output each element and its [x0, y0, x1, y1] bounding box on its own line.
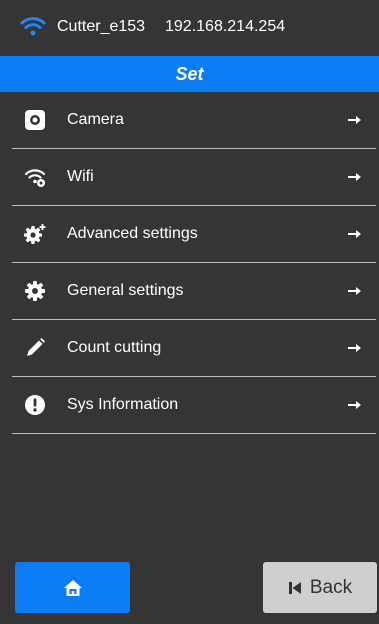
status-bar: Cutter_e153 192.168.214.254: [0, 0, 379, 56]
pencil-icon: [27, 338, 45, 356]
skip-back-icon: [288, 581, 301, 594]
menu-item-sys-information[interactable]: Sys Information: [12, 377, 376, 434]
ip-address: 192.168.214.254: [165, 18, 286, 35]
arrow-right-icon: [348, 344, 361, 352]
settings-menu: Camera Wifi Advanced settings General se…: [12, 92, 376, 434]
page-title: Set: [175, 63, 204, 84]
back-button[interactable]: Back: [263, 562, 377, 613]
menu-item-label: Advanced settings: [67, 225, 198, 242]
menu-item-label: Wifi: [67, 168, 94, 185]
wifi-signal-icon: [20, 17, 46, 36]
menu-item-label: General settings: [67, 282, 184, 299]
arrow-right-icon: [348, 116, 361, 124]
menu-item-label: Camera: [67, 111, 124, 128]
menu-item-count-cutting[interactable]: Count cutting: [12, 320, 376, 377]
arrow-right-icon: [348, 230, 361, 238]
menu-item-label: Sys Information: [67, 396, 179, 413]
menu-item-general-settings[interactable]: General settings: [12, 263, 376, 320]
wifi-settings-icon: [24, 169, 46, 187]
menu-item-label: Count cutting: [67, 339, 162, 356]
exclamation-icon: [25, 395, 45, 415]
home-button[interactable]: [15, 562, 130, 613]
settings-screen: Cutter_e153 192.168.214.254 Set Camera W…: [0, 0, 379, 624]
arrow-right-icon: [348, 173, 361, 181]
home-icon: [63, 579, 82, 596]
arrow-right-icon: [348, 401, 361, 409]
gear-icon: [25, 281, 45, 301]
camera-icon: [25, 110, 45, 130]
arrow-right-icon: [348, 287, 361, 295]
menu-item-wifi[interactable]: Wifi: [12, 149, 376, 206]
menu-item-advanced-settings[interactable]: Advanced settings: [12, 206, 376, 263]
advanced-gear-icon: [24, 224, 46, 244]
back-label: Back: [309, 576, 353, 598]
menu-item-camera[interactable]: Camera: [12, 92, 376, 149]
page-title-bar: Set: [0, 56, 379, 92]
device-name: Cutter_e153: [57, 18, 146, 35]
